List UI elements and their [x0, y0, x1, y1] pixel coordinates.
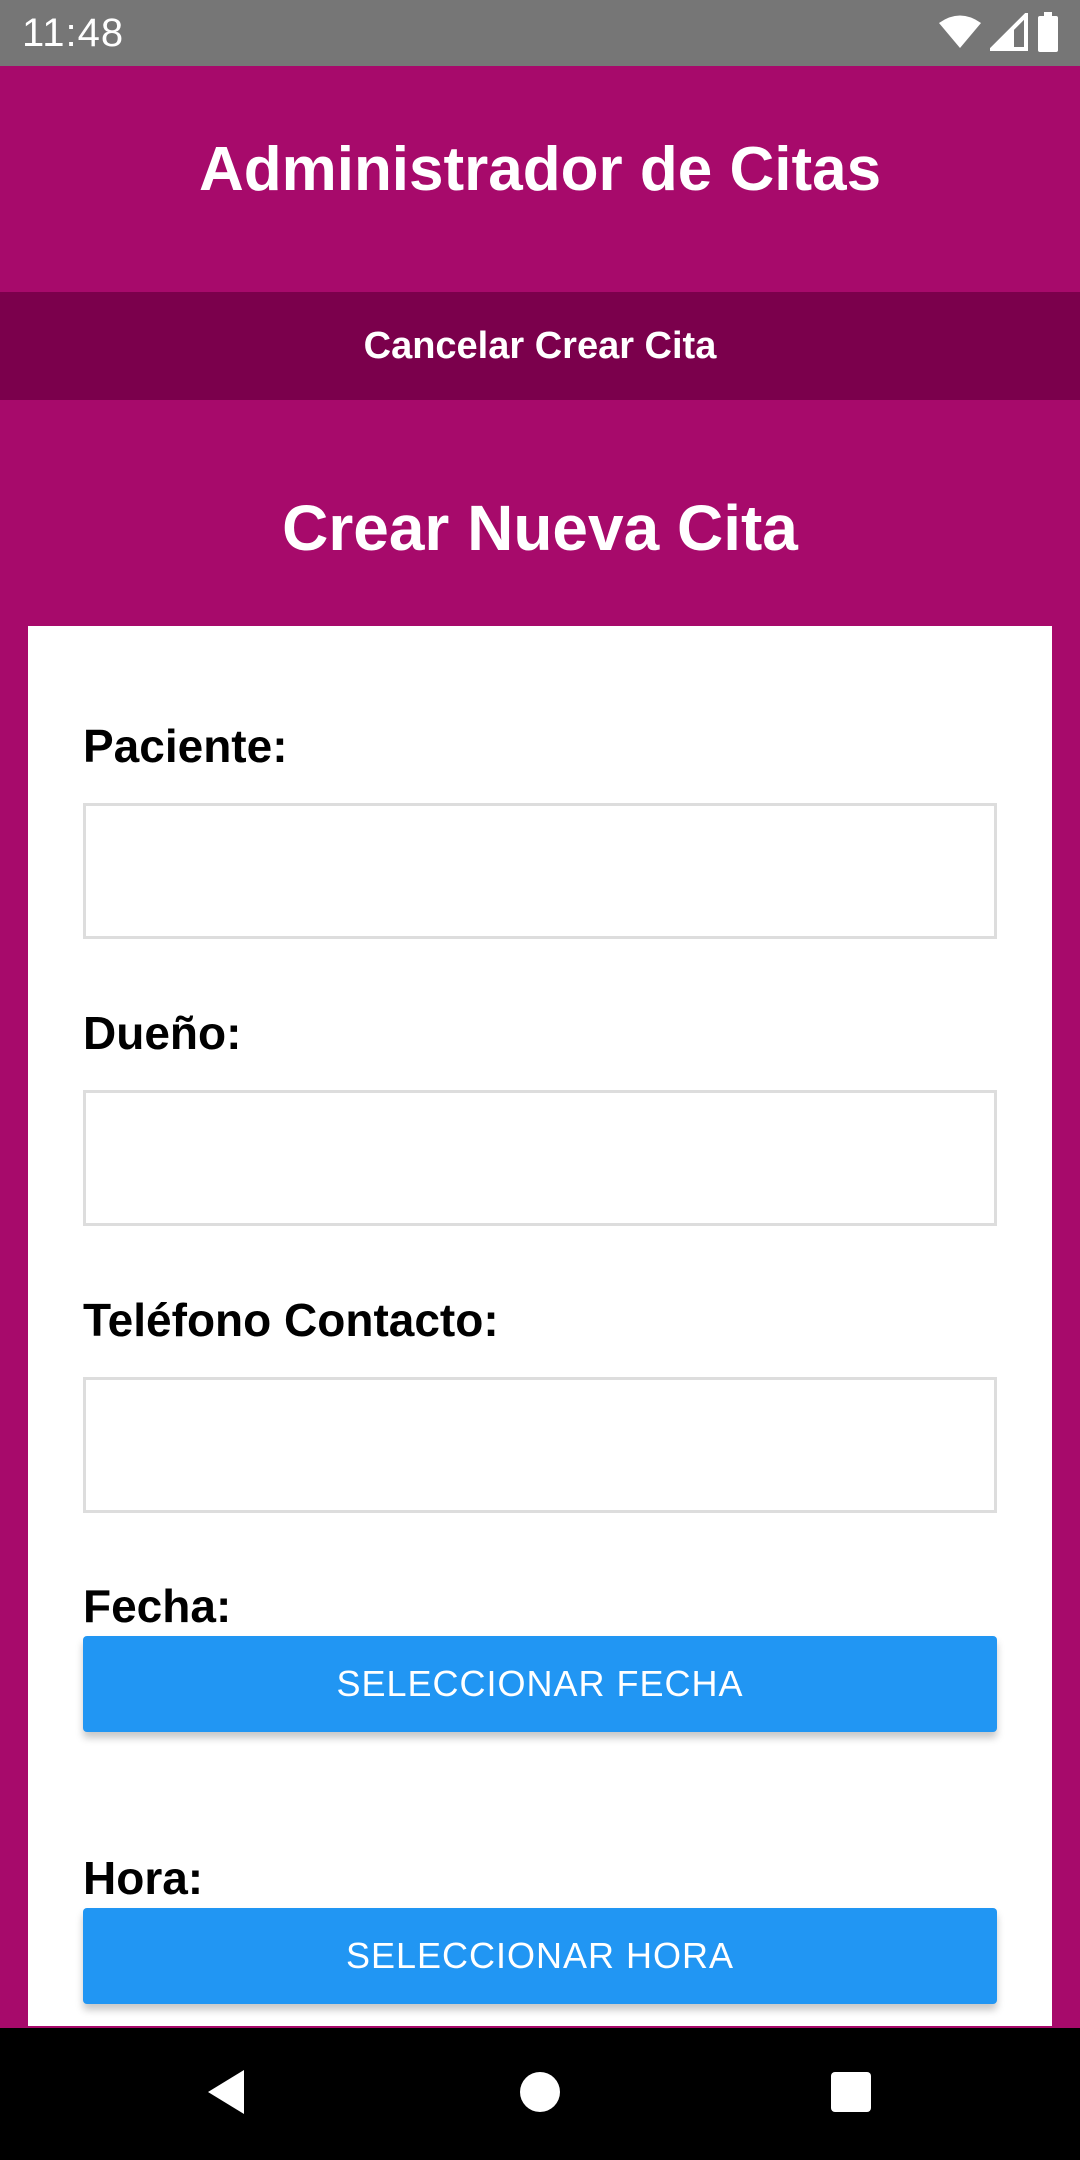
home-icon [518, 2070, 562, 2119]
home-button[interactable] [470, 2028, 610, 2160]
date-label: Fecha: [83, 1580, 232, 1632]
appointment-form: Paciente: Dueño: Teléfono Contacto: Fech… [28, 626, 1052, 2026]
status-icons [938, 9, 1060, 57]
status-time: 11:48 [22, 11, 125, 55]
owner-input[interactable] [83, 1090, 997, 1226]
navigation-bar [0, 2028, 1080, 2160]
recents-button[interactable] [781, 2028, 921, 2160]
status-bar: 11:48 [0, 0, 1080, 66]
back-button[interactable] [156, 2028, 296, 2160]
patient-input[interactable] [83, 803, 997, 939]
app-header: Administrador de Citas [0, 66, 1080, 292]
select-time-button[interactable]: SELECCIONAR HORA [83, 1908, 997, 2004]
battery-icon [1036, 11, 1060, 57]
back-icon [204, 2068, 248, 2121]
phone-label: Teléfono Contacto: [83, 1294, 499, 1346]
select-date-button[interactable]: SELECCIONAR FECHA [83, 1636, 997, 1732]
cancel-create-button[interactable]: Cancelar Crear Cita [0, 292, 1080, 400]
cell-signal-icon [987, 9, 1028, 56]
phone-input[interactable] [83, 1377, 997, 1513]
form-title: Crear Nueva Cita [282, 492, 798, 564]
patient-label: Paciente: [83, 720, 288, 772]
app-screen: 11:48 Administrador de Citas Cancelar Cr… [0, 0, 1080, 2160]
owner-label: Dueño: [83, 1007, 242, 1059]
app-title: Administrador de Citas [198, 135, 882, 204]
time-label: Hora: [83, 1852, 204, 1904]
wifi-icon [938, 14, 982, 55]
recents-icon [830, 2071, 872, 2118]
